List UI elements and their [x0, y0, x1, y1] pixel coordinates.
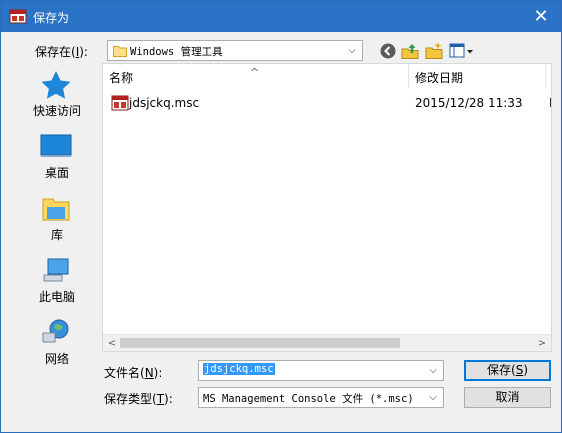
quick-access-icon: [41, 71, 71, 99]
place-network[interactable]: 网络: [21, 311, 93, 369]
filename-label: 文件名(N):: [104, 366, 163, 380]
place-label: 快速访问: [32, 104, 81, 118]
libraries-icon: [42, 198, 70, 221]
window-title: 保存为: [33, 11, 70, 25]
chevron-down-icon: ⌵: [429, 392, 437, 403]
mmc-app-icon: [9, 9, 27, 24]
place-this-pc[interactable]: 此电脑: [21, 249, 93, 307]
up-folder-icon[interactable]: [400, 41, 420, 61]
save-in-value: Windows 管理工具: [130, 46, 223, 58]
scroll-right-icon[interactable]: >: [535, 335, 549, 351]
scrollbar-thumb[interactable]: [120, 338, 400, 348]
horizontal-scrollbar[interactable]: < >: [103, 334, 551, 351]
filetype-value: MS Management Console 文件 (*.msc): [203, 393, 414, 405]
filetype-label: 保存类型(T):: [104, 392, 173, 406]
title-bar[interactable]: 保存为 ✕: [1, 1, 561, 32]
place-label: 网络: [44, 352, 69, 366]
new-folder-icon[interactable]: [424, 41, 444, 61]
folder-icon: [113, 46, 127, 57]
place-libraries[interactable]: 库: [21, 187, 93, 245]
back-icon[interactable]: [378, 41, 398, 61]
close-button[interactable]: ✕: [521, 1, 561, 32]
chevron-down-icon: ⌵: [429, 365, 437, 376]
chevron-down-icon: ⌵: [348, 45, 356, 56]
file-row[interactable]: jdsjckq.msc 2015/12/28 11:33 M: [103, 92, 551, 114]
column-header-name[interactable]: 名称 ^: [103, 64, 408, 90]
network-icon: [42, 319, 69, 343]
file-modified: 2015/12/28 11:33: [415, 96, 523, 110]
desktop-icon: [40, 134, 72, 157]
this-pc-icon: [43, 258, 69, 282]
msc-file-icon: [111, 95, 129, 111]
file-extra: M: [549, 96, 551, 110]
filename-input[interactable]: jdsjckq.msc ⌵: [198, 360, 444, 381]
cancel-button[interactable]: 取消: [464, 387, 551, 408]
scroll-left-icon[interactable]: <: [105, 335, 119, 351]
sort-ascending-icon: ^: [250, 66, 260, 79]
filetype-dropdown[interactable]: MS Management Console 文件 (*.msc) ⌵: [198, 387, 444, 408]
file-list[interactable]: 名称 ^ 修改日期 jdsjckq.msc 2015/12/28 11:33 M…: [102, 63, 552, 352]
column-header-extra[interactable]: [546, 64, 551, 90]
column-header-modified[interactable]: 修改日期: [409, 64, 545, 90]
place-quick-access[interactable]: 快速访问: [21, 63, 93, 121]
save-as-dialog: 保存为 ✕ 保存在(I): Windows 管理工具 ⌵ 快速访问 桌面 库 此…: [0, 0, 562, 433]
place-label: 库: [50, 228, 63, 242]
filename-value: jdsjckq.msc: [203, 363, 275, 375]
view-menu-icon[interactable]: [448, 41, 476, 61]
place-label: 桌面: [44, 166, 69, 180]
place-desktop[interactable]: 桌面: [21, 125, 93, 183]
save-in-dropdown[interactable]: Windows 管理工具 ⌵: [107, 40, 363, 61]
close-icon: ✕: [533, 6, 549, 27]
file-name: jdsjckq.msc: [129, 96, 200, 110]
save-in-label: 保存在(I):: [35, 45, 88, 59]
save-button[interactable]: 保存(S): [464, 360, 551, 381]
place-label: 此电脑: [38, 290, 75, 304]
